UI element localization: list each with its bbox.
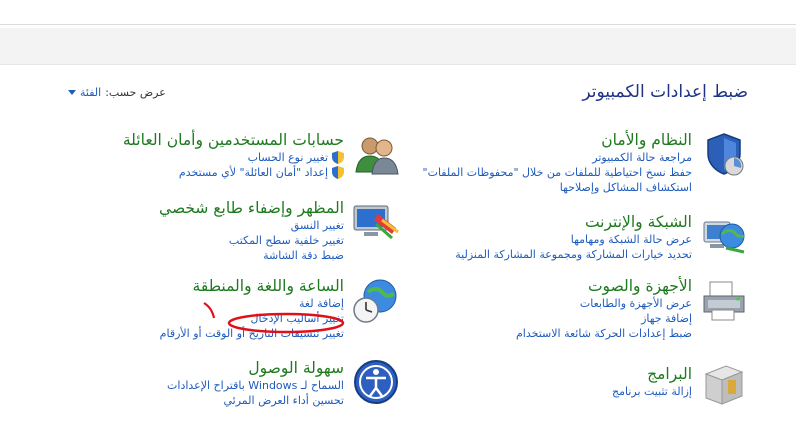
uac-shield-icon [332, 151, 344, 164]
category-hardware-sound: الأجهزة والصوت عرض الأجهزة والطابعات إضا… [388, 276, 748, 346]
category-system-security: النظام والأمان مراجعة حالة الكمبيوتر حفظ… [388, 130, 748, 202]
link-file-history[interactable]: حفظ نسخ احتياطية للملفات من خلال "محفوظا… [423, 165, 692, 180]
category-title-ease[interactable]: سهولة الوصول [167, 358, 344, 378]
users-icon[interactable] [352, 130, 400, 178]
category-user-accounts: حسابات المستخدمين وأمان العائلة تغيير نو… [120, 130, 400, 190]
category-title-appearance[interactable]: المظهر وإضفاء طابع شخصي [159, 198, 344, 218]
link-uninstall-program[interactable]: إزالة تثبيت برنامج [612, 384, 692, 399]
category-title-users[interactable]: حسابات المستخدمين وأمان العائلة [123, 130, 344, 150]
link-change-account-type-label: تغيير نوع الحساب [247, 151, 328, 164]
link-windows-suggest-settings[interactable]: السماح لـ Windows باقتراح الإعدادات [167, 378, 344, 393]
category-title-system[interactable]: النظام والأمان [423, 130, 692, 150]
link-add-language[interactable]: إضافة لغة [160, 296, 344, 311]
chevron-down-icon[interactable] [68, 90, 76, 95]
link-troubleshoot[interactable]: استكشاف المشاكل وإصلاحها [423, 180, 692, 195]
link-sharing-options[interactable]: تحديد خيارات المشاركة ومجموعة المشاركة ا… [455, 247, 692, 262]
link-change-theme[interactable]: تغيير النسق [159, 218, 344, 233]
category-title-network[interactable]: الشبكة والإنترنت [455, 212, 692, 232]
link-family-safety[interactable]: إعداد "أمان العائلة" لأي مستخدم [123, 165, 344, 180]
appearance-display-icon[interactable] [352, 198, 400, 246]
page-title: ضبط إعدادات الكمبيوتر [582, 82, 748, 102]
view-by-control[interactable]: عرض حسب: الفئة [62, 86, 166, 99]
link-optimize-visual-display[interactable]: تحسين أداء العرض المرئي [167, 393, 345, 408]
clock-globe-icon[interactable] [352, 276, 400, 324]
link-devices-printers[interactable]: عرض الأجهزة والطابعات [516, 296, 692, 311]
link-network-status[interactable]: عرض حالة الشبكة ومهامها [455, 232, 692, 247]
category-appearance: المظهر وإضفاء طابع شخصي تغيير النسق تغيي… [150, 198, 400, 268]
link-review-status[interactable]: مراجعة حالة الكمبيوتر [423, 150, 692, 165]
link-change-input-methods[interactable]: تغيير أساليب الإدخال [160, 311, 344, 326]
category-title-programs[interactable]: البرامج [612, 364, 692, 384]
category-programs: البرامج إزالة تثبيت برنامج [388, 360, 748, 410]
view-by-value[interactable]: الفئة [80, 86, 101, 99]
link-desktop-background[interactable]: تغيير خلفية سطح المكتب [159, 233, 344, 248]
ease-of-access-icon[interactable] [352, 358, 400, 406]
link-change-account-type[interactable]: تغيير نوع الحساب [123, 150, 344, 165]
link-date-time-formats[interactable]: تغيير تنسيقات التاريخ أو الوقت أو الأرقا… [160, 326, 344, 341]
category-clock-language-region: الساعة واللغة والمنطقة إضافة لغة تغيير أ… [100, 276, 400, 352]
category-network: الشبكة والإنترنت عرض حالة الشبكة ومهامها… [388, 212, 748, 272]
programs-box-icon[interactable] [700, 360, 748, 408]
network-globe-icon[interactable] [700, 212, 748, 260]
link-add-device[interactable]: إضافة جهاز [516, 311, 692, 326]
window-top-bar [0, 0, 796, 25]
link-screen-resolution[interactable]: ضبط دقة الشاشة [159, 248, 344, 263]
uac-shield-icon [332, 166, 344, 179]
link-mobility-settings[interactable]: ضبط إعدادات الحركة شائعة الاستخدام [516, 326, 692, 341]
printer-icon[interactable] [700, 276, 748, 324]
category-ease-of-access: سهولة الوصول السماح لـ Windows باقتراح ا… [150, 358, 400, 414]
link-family-safety-label: إعداد "أمان العائلة" لأي مستخدم [178, 166, 328, 179]
category-title-clock[interactable]: الساعة واللغة والمنطقة [160, 276, 344, 296]
address-band [0, 28, 796, 65]
view-by-label: عرض حسب: [105, 86, 166, 99]
security-shield-icon[interactable] [700, 130, 748, 178]
category-title-hardware[interactable]: الأجهزة والصوت [516, 276, 692, 296]
